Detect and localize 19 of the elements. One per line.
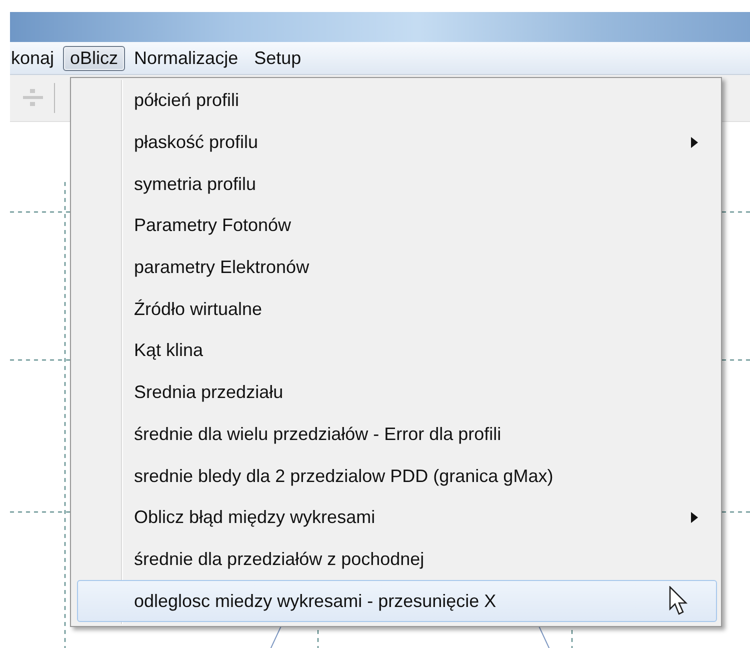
menu-item[interactable]: Srednia przedziału — [77, 372, 717, 414]
menu-item[interactable]: Parametry Fotonów — [77, 205, 717, 247]
menu-bar-item[interactable]: Setup — [247, 46, 308, 70]
mouse-pointer-icon — [669, 586, 689, 616]
menu-bar-item[interactable]: oBlicz — [63, 46, 126, 70]
menu-item[interactable]: półcień profili — [77, 80, 717, 122]
menu-item[interactable]: płaskość profilu — [77, 122, 717, 164]
menu-bar-item[interactable]: konaj — [10, 46, 62, 70]
menu-item[interactable]: srednie bledy dla 2 przedzialow PDD (granica gMax) — [77, 455, 717, 497]
menu-item[interactable]: średnie dla przedziałów z pochodnej — [77, 538, 717, 580]
menu-item[interactable]: Oblicz błąd między wykresami — [77, 496, 717, 539]
divide-icon[interactable] — [22, 87, 44, 109]
menu-item[interactable]: odleglosc miedzy wykresami - przesunięcie X — [77, 580, 717, 622]
menu-item[interactable]: parametry Elektronów — [77, 246, 717, 288]
menu-item[interactable]: Kąt klina — [77, 330, 717, 372]
menu-item[interactable]: symetria profilu — [77, 163, 717, 206]
menu-bar-item[interactable]: Normalizacje — [127, 46, 246, 70]
menu-item[interactable]: Źródło wirtualne — [77, 288, 717, 330]
menu-item[interactable]: średnie dla wielu przedziałów - Error dla profili — [77, 414, 717, 456]
